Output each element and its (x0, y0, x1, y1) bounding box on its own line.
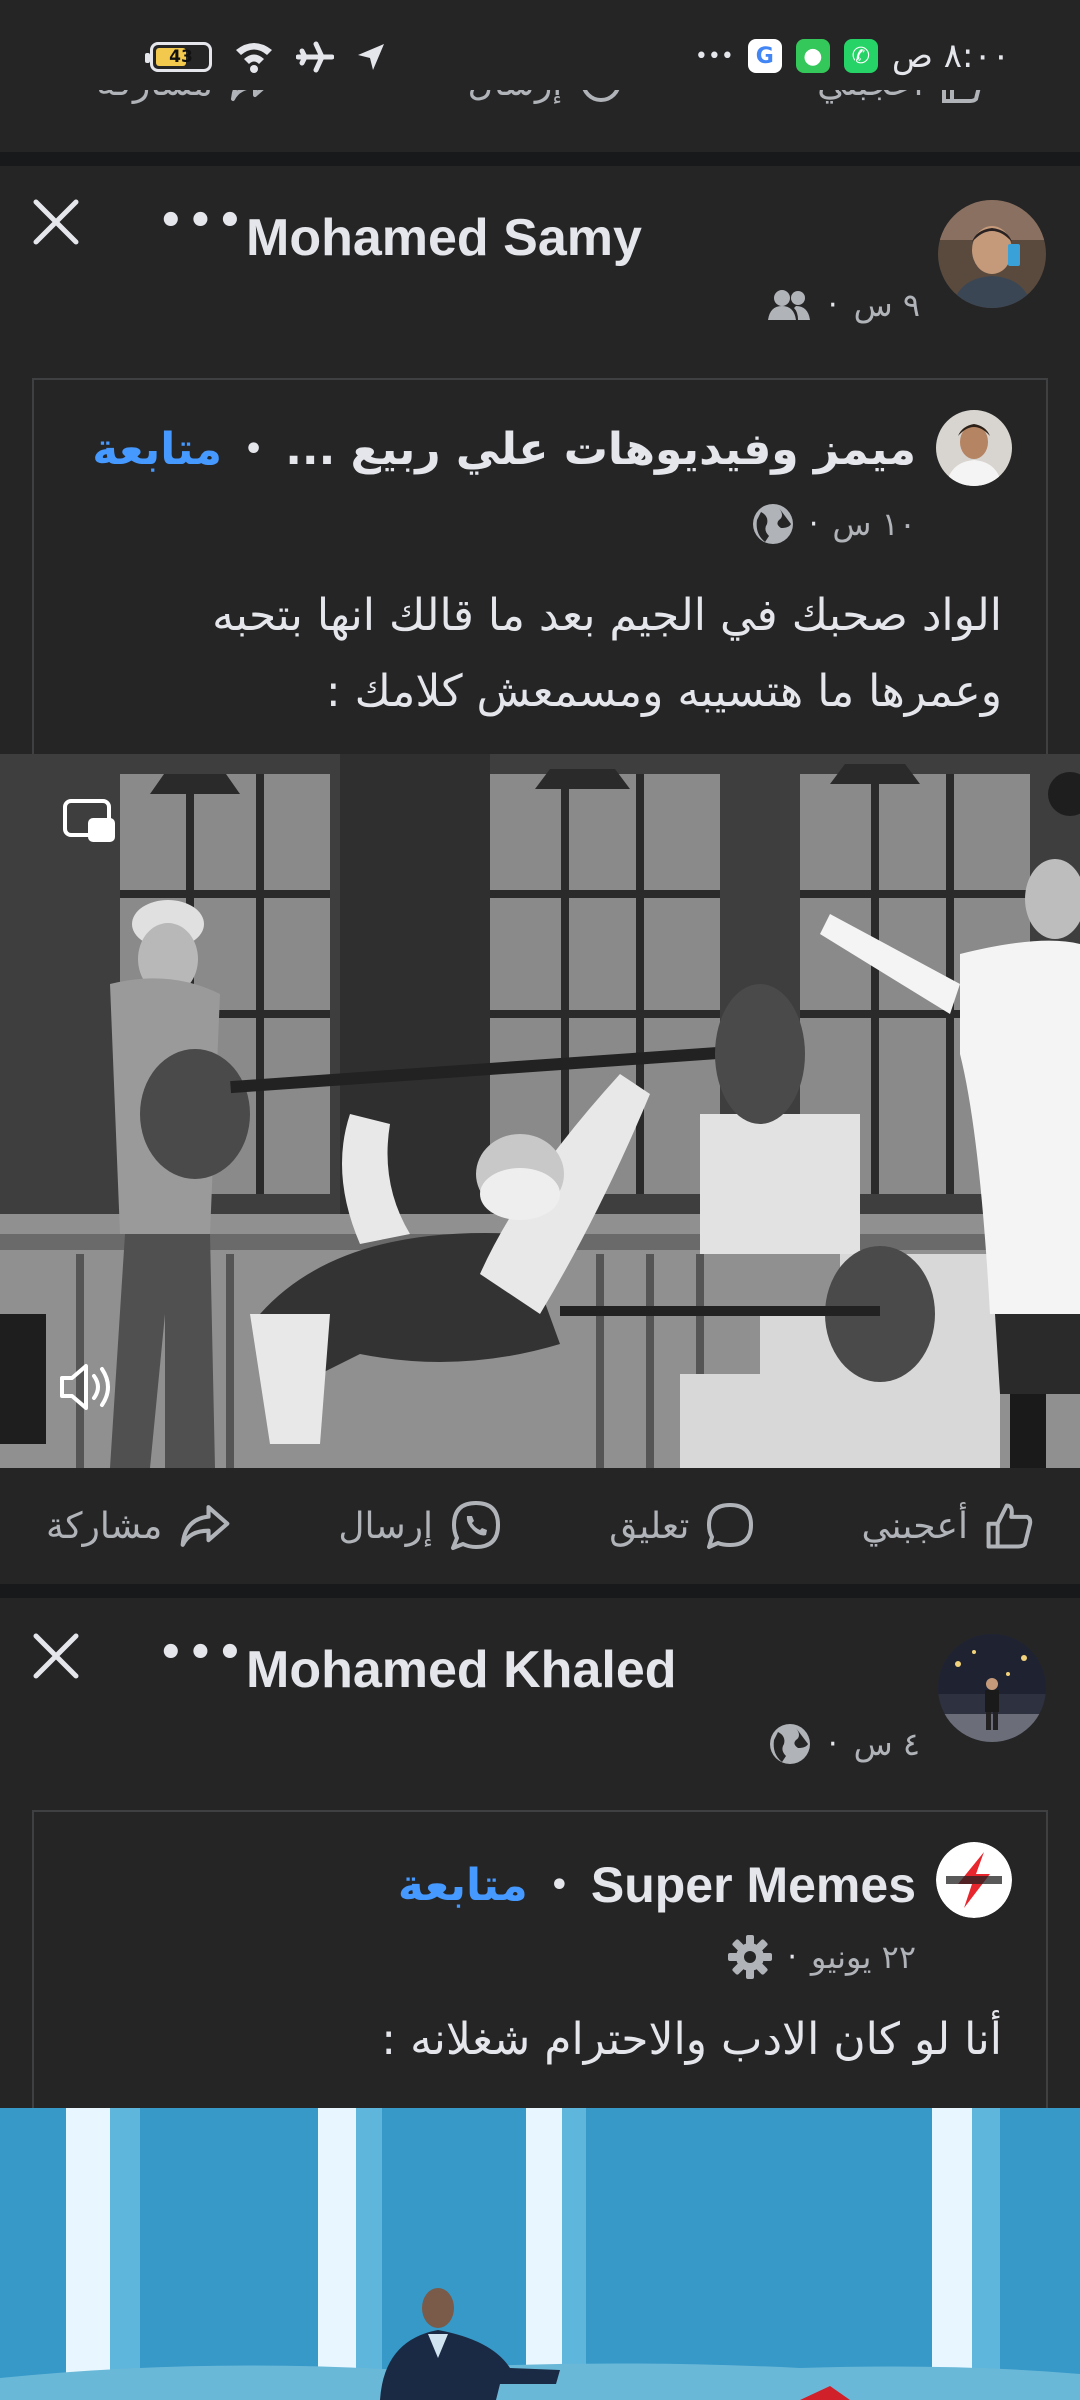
avatar[interactable] (938, 1634, 1046, 1742)
more-options-button[interactable]: ••• (158, 198, 247, 244)
globe-icon (770, 1724, 811, 1764)
wifi-icon (236, 43, 272, 73)
source-name[interactable]: Super Memes (591, 1856, 916, 1914)
post-meta: ٩ س · (766, 286, 920, 324)
picture-in-picture-icon[interactable] (62, 798, 118, 846)
gear-icon (728, 1935, 773, 1979)
source-meta: ٢٢ يونيو · (727, 1934, 916, 1980)
follow-button[interactable]: متابعة (92, 424, 222, 475)
post-actions: أعجبني تعليق إرسال مشاركة (0, 1466, 1080, 1586)
shared-post-card[interactable]: Super Memes • متابعة ٢٢ يونيو · أنا لو ك… (32, 1810, 1048, 2110)
source-avatar[interactable] (936, 410, 1012, 486)
share-icon (180, 1505, 230, 1547)
comment-button[interactable]: تعليق (609, 1501, 755, 1551)
post-author[interactable]: Mohamed Samy (246, 208, 642, 268)
like-button[interactable]: أعجبني (862, 1501, 1034, 1551)
send-button[interactable]: إرسال (338, 1499, 503, 1553)
source-row: Super Memes • متابعة (397, 1856, 916, 1914)
globe-icon (752, 504, 793, 544)
volume-icon[interactable] (58, 1360, 116, 1414)
google-icon: G (747, 39, 782, 73)
source-time: ٢٢ يونيو (810, 1938, 916, 1976)
status-bar: 43 ••• G ● ✆ ٨:٠٠ ص (0, 0, 1080, 90)
post-author[interactable]: Mohamed Khaled (246, 1640, 677, 1700)
video-player[interactable] (0, 754, 1080, 1468)
friends-icon (768, 290, 811, 320)
post-header: ••• Mohamed Samy ٩ س · (0, 166, 1080, 336)
avatar[interactable] (938, 200, 1046, 308)
more-options-button[interactable]: ••• (158, 1630, 247, 1676)
follow-button[interactable]: متابعة (398, 1860, 528, 1911)
comment-icon (707, 1503, 754, 1549)
whatsapp-icon (451, 1501, 501, 1550)
whatsapp-icon: ✆ (843, 39, 878, 73)
post-meta: ٤ س · (768, 1722, 920, 1766)
messages-icon: ● (795, 39, 830, 73)
post-image[interactable] (0, 2108, 1080, 2400)
status-time: ٨:٠٠ ص (891, 36, 1010, 76)
source-row: ميمز وفيديوهات علي ربيع ... • متابعة (92, 424, 916, 475)
overflow-icon: ••• (694, 43, 734, 69)
airplane-icon (296, 41, 334, 73)
post-caption: الواد صحبك في الجيم بعد ما قالك انها بتح… (212, 590, 1002, 717)
post-caption: أنا لو كان الادب والاحترام شغلانه : (381, 2014, 1002, 2065)
post-time: ٤ س (853, 1725, 920, 1763)
source-name[interactable]: ميمز وفيديوهات علي ربيع ... (285, 424, 916, 475)
post-divider (0, 152, 1080, 166)
source-avatar[interactable] (936, 1842, 1012, 1918)
post-time: ٩ س (853, 286, 920, 324)
share-button[interactable]: مشاركة (46, 1502, 232, 1550)
post-header: ••• Mohamed Khaled ٤ س · (0, 1598, 1080, 1768)
close-icon[interactable] (28, 1628, 84, 1684)
shared-post-card[interactable]: ميمز وفيديوهات علي ربيع ... • متابعة ١٠ … (32, 378, 1048, 756)
battery-icon: 43 (145, 42, 212, 72)
source-meta: ١٠ س · (751, 502, 916, 546)
post-divider (0, 1584, 1080, 1598)
source-time: ١٠ س (832, 505, 916, 543)
close-icon[interactable] (28, 194, 84, 250)
thumbs-up-icon (986, 1503, 1033, 1549)
location-icon (358, 44, 384, 70)
